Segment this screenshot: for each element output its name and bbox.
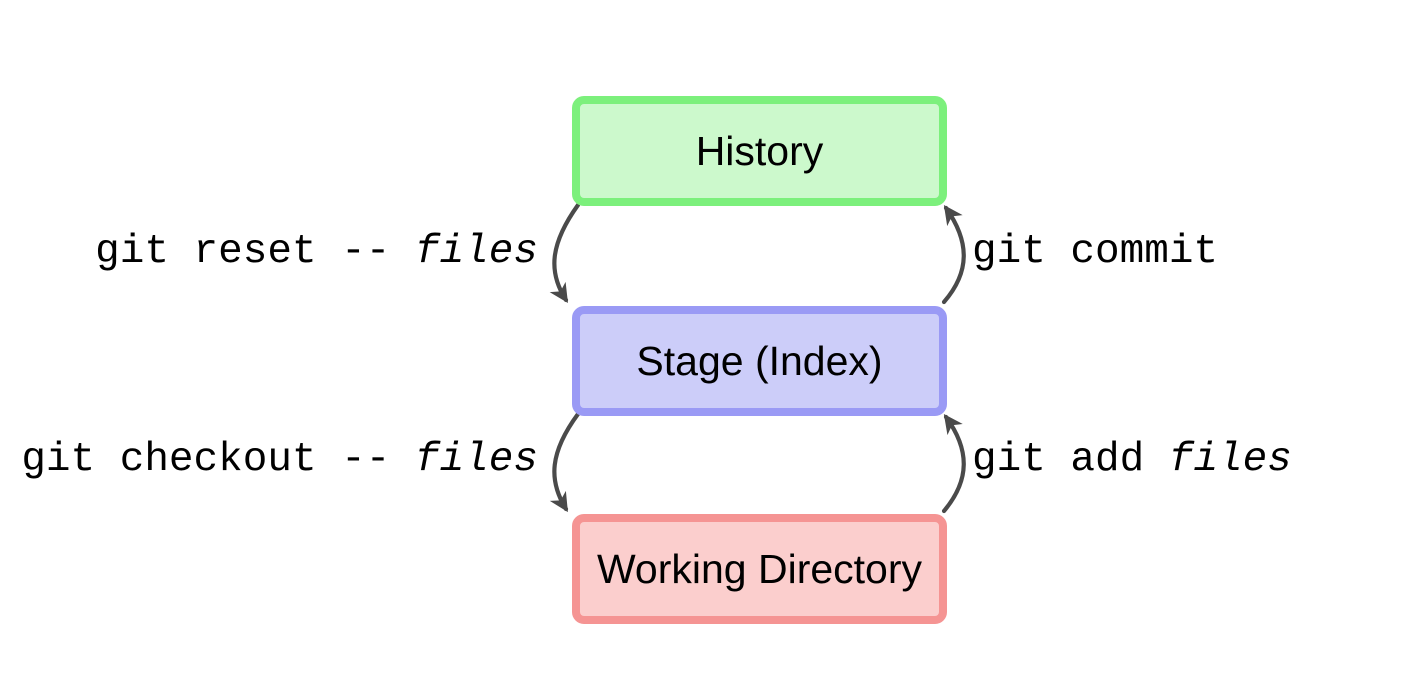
edge-label-git-reset-argument: files (390, 229, 538, 275)
edge-label-git-add: git add files (972, 440, 1292, 481)
edge-label-git-reset-command: git reset -- (95, 229, 391, 275)
arrow-add (941, 414, 966, 514)
edge-label-git-add-command: git add (972, 437, 1145, 483)
git-workflow-diagram: History Stage (Index) Working Directory … (0, 0, 1422, 674)
arrow-commit (941, 205, 966, 305)
edge-label-git-checkout: git checkout -- files (21, 440, 538, 481)
node-history-label: History (695, 127, 824, 174)
node-stage: Stage (Index) (572, 306, 947, 416)
node-working-directory: Working Directory (572, 514, 947, 624)
node-stage-label: Stage (Index) (636, 337, 883, 384)
edge-label-git-commit-command: git commit (972, 229, 1219, 275)
edge-label-git-add-argument: files (1144, 437, 1292, 483)
node-working-directory-label: Working Directory (596, 545, 923, 592)
edge-label-git-commit: git commit (972, 232, 1218, 273)
edge-label-git-checkout-argument: files (390, 437, 538, 483)
arrow-reset (549, 202, 581, 304)
node-history: History (572, 96, 947, 206)
arrow-checkout (549, 411, 581, 513)
edge-label-git-reset: git reset -- files (95, 232, 538, 273)
edge-label-git-checkout-command: git checkout -- (21, 437, 391, 483)
